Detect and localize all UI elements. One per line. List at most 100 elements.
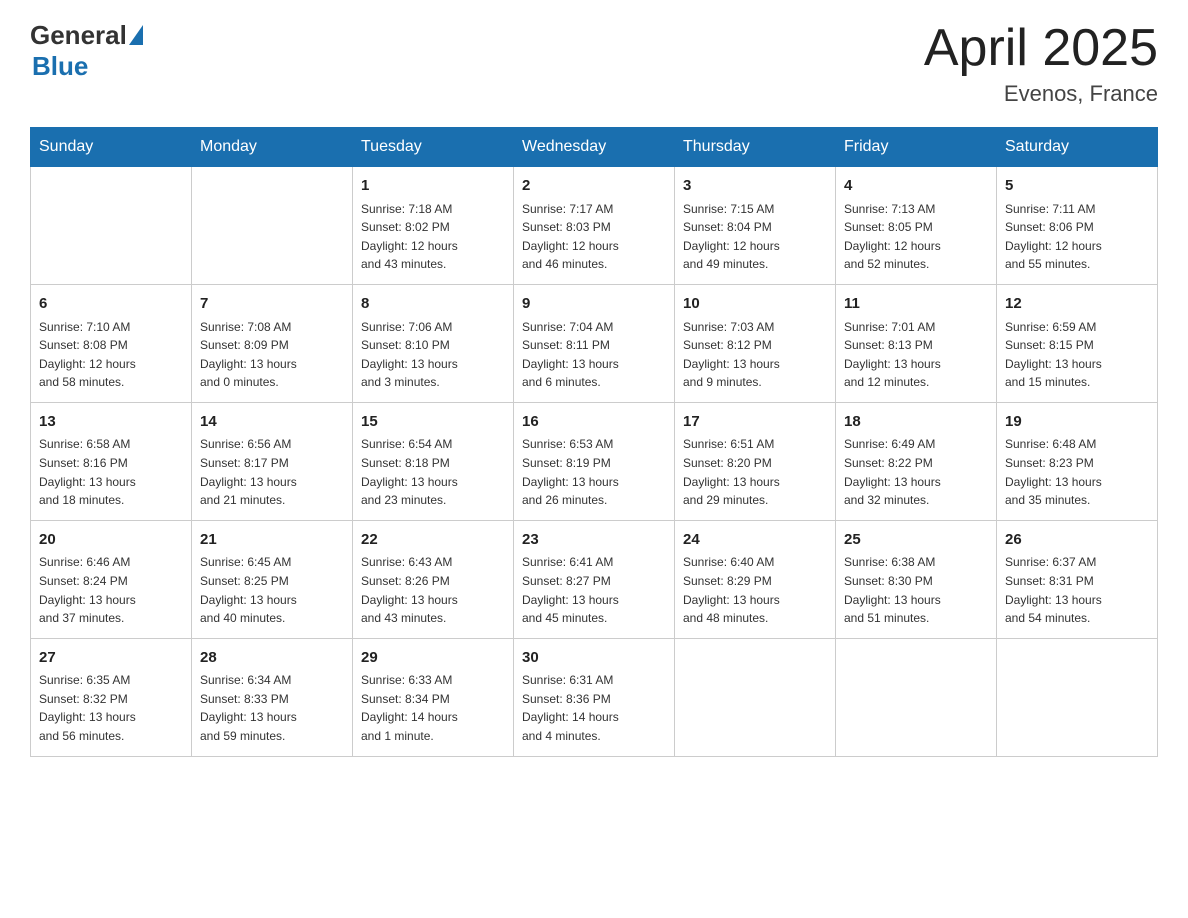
calendar-cell: 1Sunrise: 7:18 AM Sunset: 8:02 PM Daylig… [353,167,514,285]
day-number: 19 [1005,411,1149,434]
day-info: Sunrise: 6:48 AM Sunset: 8:23 PM Dayligh… [1005,435,1149,509]
calendar-cell: 24Sunrise: 6:40 AM Sunset: 8:29 PM Dayli… [675,520,836,638]
day-info: Sunrise: 6:35 AM Sunset: 8:32 PM Dayligh… [39,671,183,745]
day-number: 2 [522,175,666,198]
day-number: 30 [522,647,666,670]
day-info: Sunrise: 7:13 AM Sunset: 8:05 PM Dayligh… [844,200,988,274]
day-info: Sunrise: 6:51 AM Sunset: 8:20 PM Dayligh… [683,435,827,509]
day-info: Sunrise: 6:43 AM Sunset: 8:26 PM Dayligh… [361,553,505,627]
day-number: 11 [844,293,988,316]
calendar-week-row: 20Sunrise: 6:46 AM Sunset: 8:24 PM Dayli… [31,520,1158,638]
logo-general-text: General [30,20,127,51]
day-info: Sunrise: 7:01 AM Sunset: 8:13 PM Dayligh… [844,318,988,392]
day-info: Sunrise: 6:34 AM Sunset: 8:33 PM Dayligh… [200,671,344,745]
day-number: 6 [39,293,183,316]
day-number: 5 [1005,175,1149,198]
calendar-cell: 5Sunrise: 7:11 AM Sunset: 8:06 PM Daylig… [997,167,1158,285]
calendar-cell: 14Sunrise: 6:56 AM Sunset: 8:17 PM Dayli… [192,402,353,520]
day-of-week-header: Wednesday [514,128,675,167]
calendar-cell: 29Sunrise: 6:33 AM Sunset: 8:34 PM Dayli… [353,638,514,756]
day-number: 1 [361,175,505,198]
day-of-week-header: Friday [836,128,997,167]
day-number: 25 [844,529,988,552]
calendar-week-row: 27Sunrise: 6:35 AM Sunset: 8:32 PM Dayli… [31,638,1158,756]
location-title: Evenos, France [924,81,1158,107]
calendar-cell: 16Sunrise: 6:53 AM Sunset: 8:19 PM Dayli… [514,402,675,520]
day-info: Sunrise: 6:33 AM Sunset: 8:34 PM Dayligh… [361,671,505,745]
month-title: April 2025 [924,20,1158,77]
day-of-week-header: Tuesday [353,128,514,167]
day-number: 13 [39,411,183,434]
calendar-cell: 17Sunrise: 6:51 AM Sunset: 8:20 PM Dayli… [675,402,836,520]
calendar-cell [836,638,997,756]
calendar-header-row: SundayMondayTuesdayWednesdayThursdayFrid… [31,128,1158,167]
calendar-cell [31,167,192,285]
day-info: Sunrise: 7:03 AM Sunset: 8:12 PM Dayligh… [683,318,827,392]
day-number: 18 [844,411,988,434]
day-info: Sunrise: 6:41 AM Sunset: 8:27 PM Dayligh… [522,553,666,627]
day-number: 3 [683,175,827,198]
day-info: Sunrise: 6:31 AM Sunset: 8:36 PM Dayligh… [522,671,666,745]
day-info: Sunrise: 6:59 AM Sunset: 8:15 PM Dayligh… [1005,318,1149,392]
day-info: Sunrise: 6:37 AM Sunset: 8:31 PM Dayligh… [1005,553,1149,627]
day-number: 9 [522,293,666,316]
day-info: Sunrise: 6:38 AM Sunset: 8:30 PM Dayligh… [844,553,988,627]
calendar-cell: 21Sunrise: 6:45 AM Sunset: 8:25 PM Dayli… [192,520,353,638]
day-number: 29 [361,647,505,670]
calendar-cell: 3Sunrise: 7:15 AM Sunset: 8:04 PM Daylig… [675,167,836,285]
page-header: General Blue April 2025 Evenos, France [30,20,1158,107]
day-number: 12 [1005,293,1149,316]
calendar-cell [997,638,1158,756]
day-info: Sunrise: 7:06 AM Sunset: 8:10 PM Dayligh… [361,318,505,392]
calendar-cell: 2Sunrise: 7:17 AM Sunset: 8:03 PM Daylig… [514,167,675,285]
day-number: 28 [200,647,344,670]
calendar-cell: 23Sunrise: 6:41 AM Sunset: 8:27 PM Dayli… [514,520,675,638]
calendar-week-row: 1Sunrise: 7:18 AM Sunset: 8:02 PM Daylig… [31,167,1158,285]
day-number: 24 [683,529,827,552]
calendar-table: SundayMondayTuesdayWednesdayThursdayFrid… [30,127,1158,756]
calendar-week-row: 13Sunrise: 6:58 AM Sunset: 8:16 PM Dayli… [31,402,1158,520]
day-number: 7 [200,293,344,316]
calendar-cell: 20Sunrise: 6:46 AM Sunset: 8:24 PM Dayli… [31,520,192,638]
calendar-cell [675,638,836,756]
calendar-cell: 8Sunrise: 7:06 AM Sunset: 8:10 PM Daylig… [353,285,514,403]
day-number: 14 [200,411,344,434]
calendar-cell: 6Sunrise: 7:10 AM Sunset: 8:08 PM Daylig… [31,285,192,403]
day-number: 22 [361,529,505,552]
calendar-cell: 22Sunrise: 6:43 AM Sunset: 8:26 PM Dayli… [353,520,514,638]
day-number: 23 [522,529,666,552]
calendar-cell: 25Sunrise: 6:38 AM Sunset: 8:30 PM Dayli… [836,520,997,638]
title-block: April 2025 Evenos, France [924,20,1158,107]
calendar-cell: 15Sunrise: 6:54 AM Sunset: 8:18 PM Dayli… [353,402,514,520]
day-of-week-header: Thursday [675,128,836,167]
logo: General Blue [30,20,143,82]
day-info: Sunrise: 6:40 AM Sunset: 8:29 PM Dayligh… [683,553,827,627]
calendar-cell: 18Sunrise: 6:49 AM Sunset: 8:22 PM Dayli… [836,402,997,520]
day-number: 8 [361,293,505,316]
day-number: 15 [361,411,505,434]
day-info: Sunrise: 6:45 AM Sunset: 8:25 PM Dayligh… [200,553,344,627]
calendar-cell: 26Sunrise: 6:37 AM Sunset: 8:31 PM Dayli… [997,520,1158,638]
day-number: 17 [683,411,827,434]
day-info: Sunrise: 7:15 AM Sunset: 8:04 PM Dayligh… [683,200,827,274]
day-info: Sunrise: 7:17 AM Sunset: 8:03 PM Dayligh… [522,200,666,274]
day-of-week-header: Monday [192,128,353,167]
calendar-cell: 7Sunrise: 7:08 AM Sunset: 8:09 PM Daylig… [192,285,353,403]
day-info: Sunrise: 7:11 AM Sunset: 8:06 PM Dayligh… [1005,200,1149,274]
day-number: 10 [683,293,827,316]
day-number: 16 [522,411,666,434]
logo-blue-text: Blue [32,51,88,82]
day-number: 4 [844,175,988,198]
calendar-week-row: 6Sunrise: 7:10 AM Sunset: 8:08 PM Daylig… [31,285,1158,403]
calendar-cell [192,167,353,285]
day-number: 27 [39,647,183,670]
calendar-cell: 30Sunrise: 6:31 AM Sunset: 8:36 PM Dayli… [514,638,675,756]
day-info: Sunrise: 7:18 AM Sunset: 8:02 PM Dayligh… [361,200,505,274]
day-info: Sunrise: 7:04 AM Sunset: 8:11 PM Dayligh… [522,318,666,392]
day-info: Sunrise: 7:10 AM Sunset: 8:08 PM Dayligh… [39,318,183,392]
day-info: Sunrise: 6:58 AM Sunset: 8:16 PM Dayligh… [39,435,183,509]
day-number: 21 [200,529,344,552]
calendar-cell: 27Sunrise: 6:35 AM Sunset: 8:32 PM Dayli… [31,638,192,756]
day-number: 20 [39,529,183,552]
calendar-cell: 11Sunrise: 7:01 AM Sunset: 8:13 PM Dayli… [836,285,997,403]
